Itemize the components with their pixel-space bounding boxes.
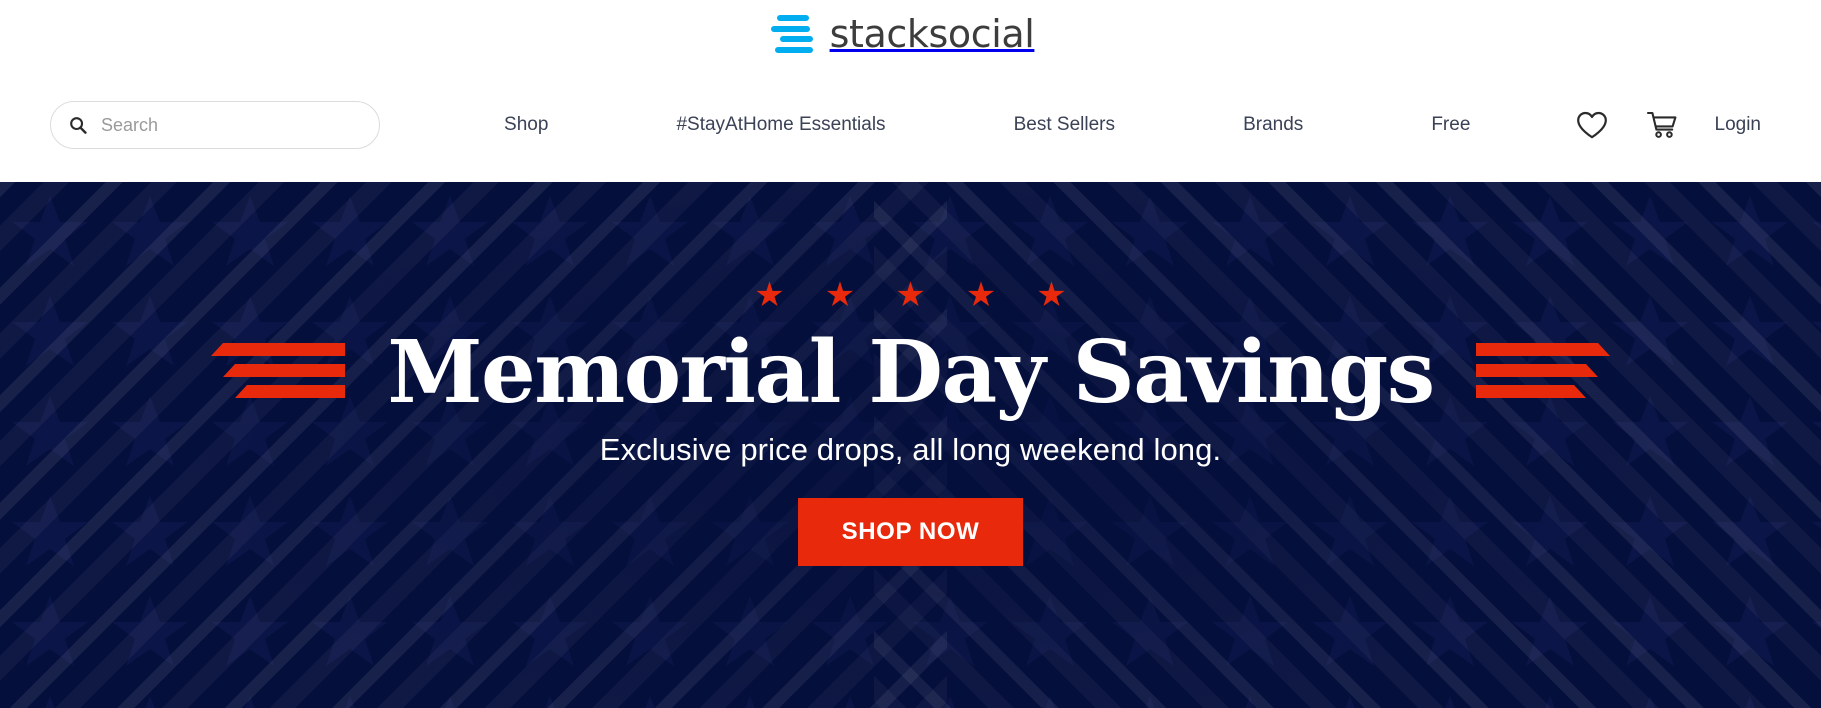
hero-star-icon: ★: [824, 276, 856, 314]
stacked-bars-icon: [770, 13, 813, 55]
flag-stripes-right-icon: [1475, 339, 1610, 408]
nav-item-best-sellers[interactable]: Best Sellers: [1014, 114, 1115, 136]
shopping-cart-icon[interactable]: [1645, 110, 1679, 140]
nav-item-brands[interactable]: Brands: [1243, 114, 1303, 136]
search-icon: [69, 116, 87, 134]
hero-star-icon: ★: [895, 276, 926, 314]
hero-title: Memorial Day Savings: [387, 322, 1435, 423]
flag-stripes-left-icon: [211, 339, 346, 408]
heart-icon[interactable]: [1575, 110, 1609, 140]
search-box[interactable]: [50, 101, 380, 149]
nav-actions: Login: [1575, 110, 1772, 140]
hero-title-row: Memorial Day Savings: [211, 322, 1610, 423]
nav-item-stayathome[interactable]: #StayAtHome Essentials: [676, 114, 885, 136]
login-link[interactable]: Login: [1715, 114, 1762, 136]
hero-subtitle: Exclusive price drops, all long weekend …: [599, 432, 1222, 468]
nav-item-shop[interactable]: Shop: [504, 114, 548, 136]
hero-star-row: ★ ★ ★ ★ ★: [754, 278, 1066, 312]
hero-star-icon: ★: [754, 276, 785, 314]
shop-now-button[interactable]: SHOP NOW: [797, 498, 1024, 567]
hero-banner: ★ ★ ★ ★ ★ Memorial Day Savings Exclusive…: [0, 182, 1821, 708]
hero-star-icon: ★: [965, 276, 997, 314]
nav-links: Shop #StayAtHome Essentials Best Sellers…: [380, 114, 1575, 136]
hero-star-icon: ★: [1036, 276, 1067, 314]
site-logo[interactable]: stacksocial: [770, 12, 1035, 56]
nav-item-free[interactable]: Free: [1431, 114, 1470, 136]
main-navigation-bar: Shop #StayAtHome Essentials Best Sellers…: [0, 68, 1821, 182]
logo-bar: stacksocial: [0, 0, 1821, 68]
search-input[interactable]: [101, 114, 361, 136]
brand-name: stacksocial: [829, 12, 1035, 56]
